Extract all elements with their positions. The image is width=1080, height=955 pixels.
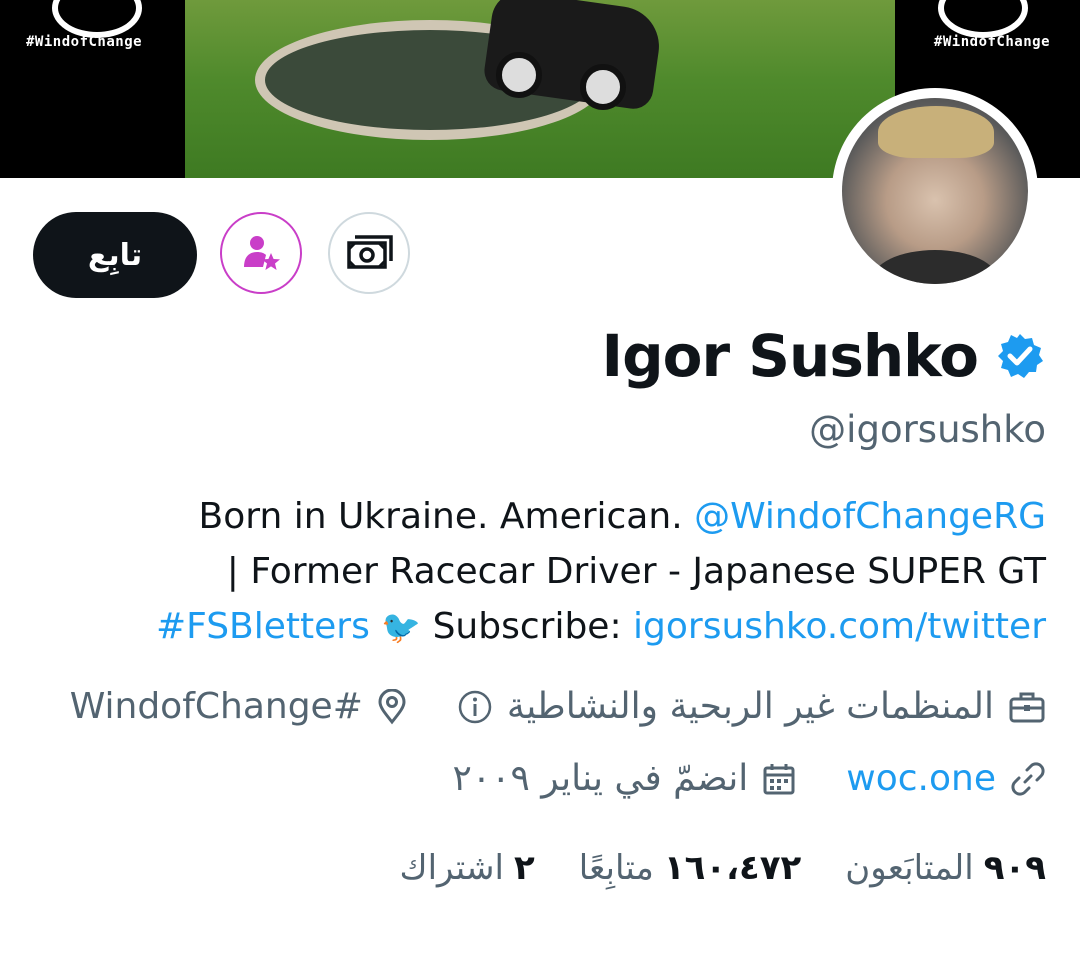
link-icon — [1011, 761, 1045, 796]
bio-mention-link[interactable]: @WindofChangeRG — [694, 496, 1046, 537]
website-item: woc.one — [846, 758, 1046, 799]
following-label: متابِعًا — [578, 848, 654, 888]
profile-name: Igor Sushko — [601, 322, 979, 390]
category-label: المنظمات غير الربحية والنشاطية — [506, 686, 994, 727]
profile-meta-row-1: المنظمات غير الربحية والنشاطية #WindofCh… — [70, 686, 1046, 727]
followers-stat[interactable]: ٩٠٩ المتابَعون — [845, 848, 1046, 888]
profile-meta-row-2: woc.one انضمّ في يناير ٢٠٠٩ — [452, 758, 1046, 799]
banner-car-wheel — [496, 52, 542, 98]
verified-badge-icon[interactable] — [996, 332, 1044, 380]
website-link[interactable]: woc.one — [846, 758, 996, 799]
profile-bio: Born in Ukraine. American. @WindofChange… — [66, 489, 1046, 655]
avatar-hair — [878, 106, 994, 158]
bio-line-3: #FSBletters 🐦 Subscribe: igorsushko.com/… — [66, 599, 1046, 655]
banner-hashtag-right: #WindofChange — [933, 34, 1050, 50]
location-pin-icon — [378, 688, 406, 724]
follow-button[interactable]: تابِع — [33, 212, 197, 298]
calendar-icon — [763, 763, 795, 794]
following-count: ١٦٠،٤٧٢ — [663, 848, 802, 888]
followers-label: المتابَعون — [845, 848, 974, 888]
bird-emoji-icon: 🐦 — [381, 608, 422, 646]
tips-button[interactable] — [328, 212, 410, 294]
bio-text: Subscribe: — [421, 606, 634, 647]
joined-item: انضمّ في يناير ٢٠٠٩ — [452, 758, 796, 799]
bio-line-2: | Former Racecar Driver - Japanese SUPER… — [226, 551, 1046, 592]
joined-label: انضمّ في يناير ٢٠٠٩ — [452, 758, 749, 799]
person-star-icon — [244, 236, 280, 270]
subscriptions-stat[interactable]: ٢ اشتراك — [400, 848, 535, 888]
profile-handle: @igorsushko — [809, 408, 1046, 451]
bio-website-link[interactable]: igorsushko.com/twitter — [633, 606, 1046, 647]
location-item: #WindofChange — [70, 686, 407, 727]
money-icon — [347, 235, 393, 269]
avatar[interactable] — [842, 98, 1028, 284]
banner-car-wheel — [580, 64, 626, 110]
profile-stats: ٩٠٩ المتابَعون ١٦٠،٤٧٢ متابِعًا ٢ اشتراك — [400, 848, 1046, 888]
banner-hashtag-left: #WindofChange — [26, 34, 143, 50]
bio-hashtag-link[interactable]: #FSBletters — [156, 606, 370, 647]
category-item: المنظمات غير الربحية والنشاطية — [457, 686, 1046, 727]
info-icon[interactable] — [457, 689, 493, 725]
followers-count: ٩٠٩ — [983, 848, 1046, 888]
bio-text: Born in Ukraine. American. — [198, 496, 695, 537]
profile-name-row: Igor Sushko — [602, 322, 1044, 390]
bio-line-1: Born in Ukraine. American. @WindofChange… — [66, 489, 1046, 544]
following-stat[interactable]: ١٦٠،٤٧٢ متابِعًا — [579, 848, 802, 888]
avatar-shirt — [872, 250, 998, 284]
subscriptions-label: اشتراك — [399, 848, 504, 888]
location-label: #WindofChange — [69, 686, 363, 727]
briefcase-icon — [1009, 692, 1045, 722]
subscriptions-count: ٢ — [513, 848, 535, 888]
subscribe-button[interactable] — [220, 212, 302, 294]
